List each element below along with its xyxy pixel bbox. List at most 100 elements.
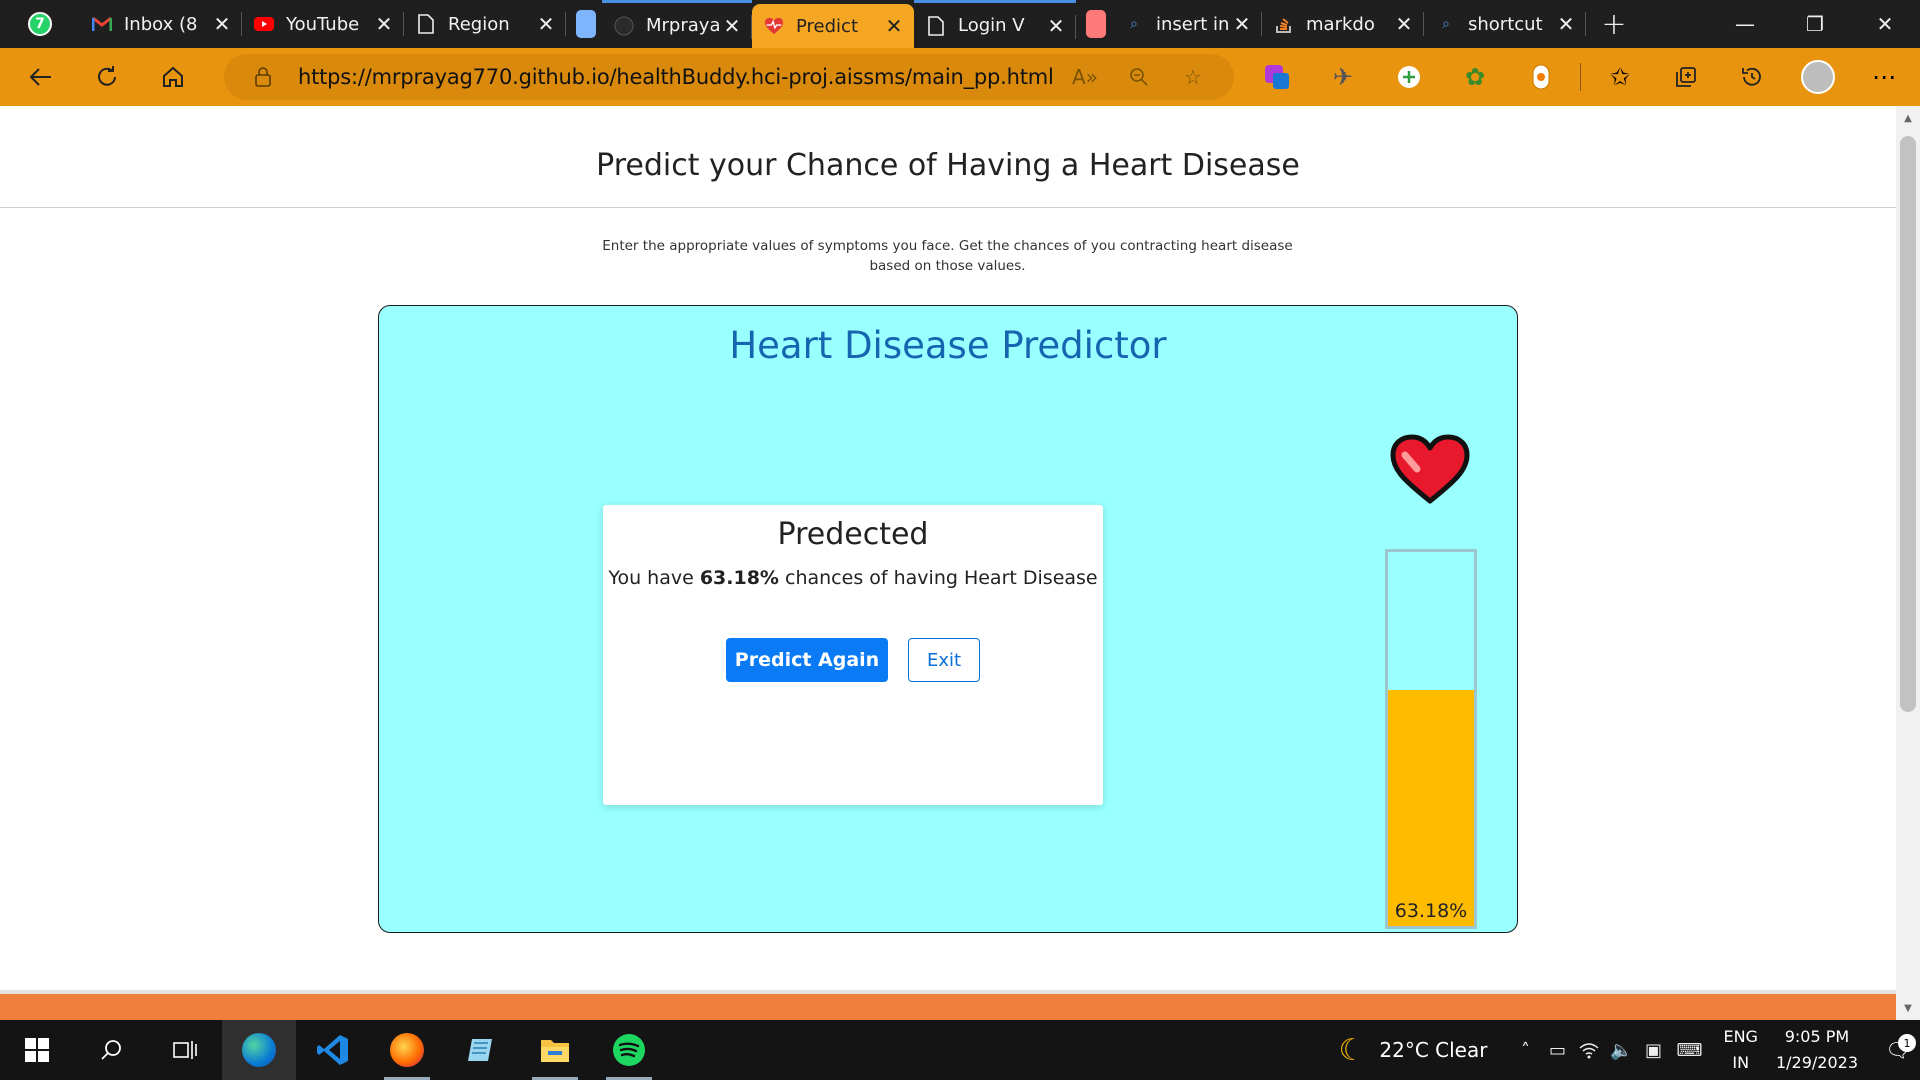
start-button[interactable]: [0, 1020, 74, 1080]
task-view-button[interactable]: [148, 1020, 222, 1080]
notification-count: 1: [1898, 1034, 1916, 1052]
taskbar-vscode[interactable]: [296, 1020, 370, 1080]
address-bar[interactable]: https://mrprayag770.github.io/healthBudd…: [224, 54, 1234, 100]
history-icon[interactable]: [1719, 65, 1785, 89]
result-heading: Predected: [777, 517, 929, 552]
scroll-down-icon[interactable]: ▼: [1896, 998, 1920, 1018]
back-button[interactable]: [8, 48, 74, 106]
refresh-button[interactable]: [74, 48, 140, 106]
result-text-before: You have: [608, 567, 700, 589]
close-icon[interactable]: ✕: [536, 12, 556, 36]
moon-icon: ☾: [1338, 1032, 1366, 1068]
extension-icon-3[interactable]: ✿: [1442, 63, 1508, 91]
clock[interactable]: 9:05 PM 1/29/2023: [1776, 1024, 1858, 1076]
tab-title: shortcut: [1468, 13, 1543, 35]
language-code: ENG: [1723, 1027, 1758, 1046]
taskbar-notepad[interactable]: [444, 1020, 518, 1080]
github-icon: [614, 16, 634, 36]
search-icon: ⌕: [1442, 16, 1450, 32]
favorites-icon[interactable]: ✩: [1587, 63, 1653, 91]
tab-title: insert in: [1156, 13, 1230, 35]
region-code: IN: [1732, 1053, 1750, 1072]
predict-again-button[interactable]: Predict Again: [726, 638, 888, 682]
system-tray: ☾ 22°C Clear ˄ ▭ 🔈 ▣ ⌨ ENG IN 9:05 PM 1/…: [1338, 1020, 1920, 1080]
page-footer: [0, 994, 1896, 1020]
edge-icon: [242, 1033, 276, 1067]
close-icon[interactable]: ✕: [374, 12, 394, 36]
language-indicator[interactable]: ENG IN: [1723, 1024, 1757, 1076]
pinned-tab-whatsapp[interactable]: 7: [0, 0, 80, 48]
chevron-up-icon[interactable]: ˄: [1509, 1040, 1541, 1061]
firefox-icon: [390, 1033, 424, 1067]
extension-icon-4[interactable]: [1508, 64, 1574, 90]
tab-insert[interactable]: ⌕ insert in ✕: [1112, 0, 1262, 48]
tab-group-chip-red[interactable]: [1086, 10, 1106, 38]
tab-region[interactable]: Region ✕: [404, 0, 566, 48]
volume-icon[interactable]: 🔈: [1605, 1040, 1637, 1061]
notifications-button[interactable]: 🗨 1: [1876, 1034, 1920, 1062]
tab-predict[interactable]: Predict ✕: [752, 4, 914, 48]
home-button[interactable]: [140, 48, 206, 106]
extension-icon-2[interactable]: ✈: [1310, 63, 1376, 91]
close-icon[interactable]: ✕: [1556, 12, 1576, 36]
weather-condition: Clear: [1435, 1038, 1488, 1062]
tab-title: markdo: [1306, 13, 1375, 35]
tab-title: Predict: [796, 15, 858, 37]
page-title: Predict your Chance of Having a Heart Di…: [596, 148, 1300, 183]
taskbar-edge[interactable]: [222, 1020, 296, 1080]
lock-icon[interactable]: [252, 66, 274, 88]
battery-icon[interactable]: ▭: [1541, 1040, 1573, 1061]
extension-icon-1[interactable]: [1244, 63, 1310, 91]
tab-markdown[interactable]: markdo ✕: [1262, 0, 1424, 48]
taskbar-firefox[interactable]: [370, 1020, 444, 1080]
whatsapp-icon: 7: [28, 12, 52, 36]
gmail-icon: [92, 14, 112, 34]
risk-meter-label: 63.18%: [1394, 900, 1468, 922]
result-card: Predected You have 63.18% chances of hav…: [603, 505, 1103, 805]
weather-widget[interactable]: ☾ 22°C Clear: [1338, 1033, 1487, 1068]
toolbar-separator: [1580, 63, 1581, 91]
taskbar-file-explorer[interactable]: [518, 1020, 592, 1080]
minimize-button[interactable]: —: [1710, 0, 1780, 48]
tab-group-chip-blue[interactable]: [576, 10, 596, 38]
close-icon[interactable]: ✕: [1394, 12, 1414, 36]
weather-temp: 22°C: [1379, 1038, 1429, 1062]
scroll-up-icon[interactable]: ▲: [1896, 108, 1920, 128]
add-favorite-icon[interactable]: ☆: [1166, 65, 1220, 89]
heart-icon: [1390, 434, 1470, 504]
result-text-after: chances of having Heart Disease: [778, 567, 1098, 589]
extension-add-icon[interactable]: [1376, 65, 1442, 89]
close-window-button[interactable]: ✕: [1850, 0, 1920, 48]
close-icon[interactable]: ✕: [884, 14, 904, 38]
close-icon[interactable]: ✕: [1232, 12, 1252, 36]
collections-icon[interactable]: [1653, 65, 1719, 89]
close-icon[interactable]: ✕: [722, 14, 742, 38]
back-arrow-icon: [29, 68, 51, 86]
restore-button[interactable]: ❐: [1780, 0, 1850, 48]
exit-button[interactable]: Exit: [908, 638, 980, 682]
meet-now-icon[interactable]: ▣: [1637, 1040, 1669, 1061]
search-icon: [101, 1040, 121, 1060]
close-icon[interactable]: ✕: [212, 12, 232, 36]
vertical-scrollbar[interactable]: ▲ ▼: [1896, 106, 1920, 1020]
close-icon[interactable]: ✕: [1046, 14, 1066, 38]
search-button[interactable]: [74, 1020, 148, 1080]
url-text[interactable]: https://mrprayag770.github.io/healthBudd…: [298, 65, 1058, 89]
avatar: [1801, 60, 1835, 94]
zoom-icon[interactable]: [1112, 67, 1166, 87]
scroll-thumb[interactable]: [1900, 136, 1916, 712]
refresh-icon: [98, 66, 116, 86]
profile-button[interactable]: [1785, 60, 1851, 94]
taskbar-spotify[interactable]: [592, 1020, 666, 1080]
tab-login[interactable]: Login V ✕: [914, 0, 1076, 48]
tab-gmail[interactable]: Inbox (8 ✕: [80, 0, 242, 48]
tab-shortcut[interactable]: ⌕ shortcut ✕: [1424, 0, 1586, 48]
keyboard-icon[interactable]: ⌨: [1669, 1040, 1709, 1061]
wifi-icon[interactable]: [1573, 1041, 1605, 1059]
settings-more-icon[interactable]: ⋯: [1851, 63, 1917, 91]
tab-github[interactable]: Mrpraya ✕: [602, 0, 752, 48]
tab-youtube[interactable]: YouTube ✕: [242, 0, 404, 48]
read-aloud-icon[interactable]: A»: [1058, 65, 1112, 89]
predictor-panel: Heart Disease Predictor 63.18% Predected…: [378, 305, 1518, 933]
new-tab-button[interactable]: +: [1586, 0, 1642, 48]
